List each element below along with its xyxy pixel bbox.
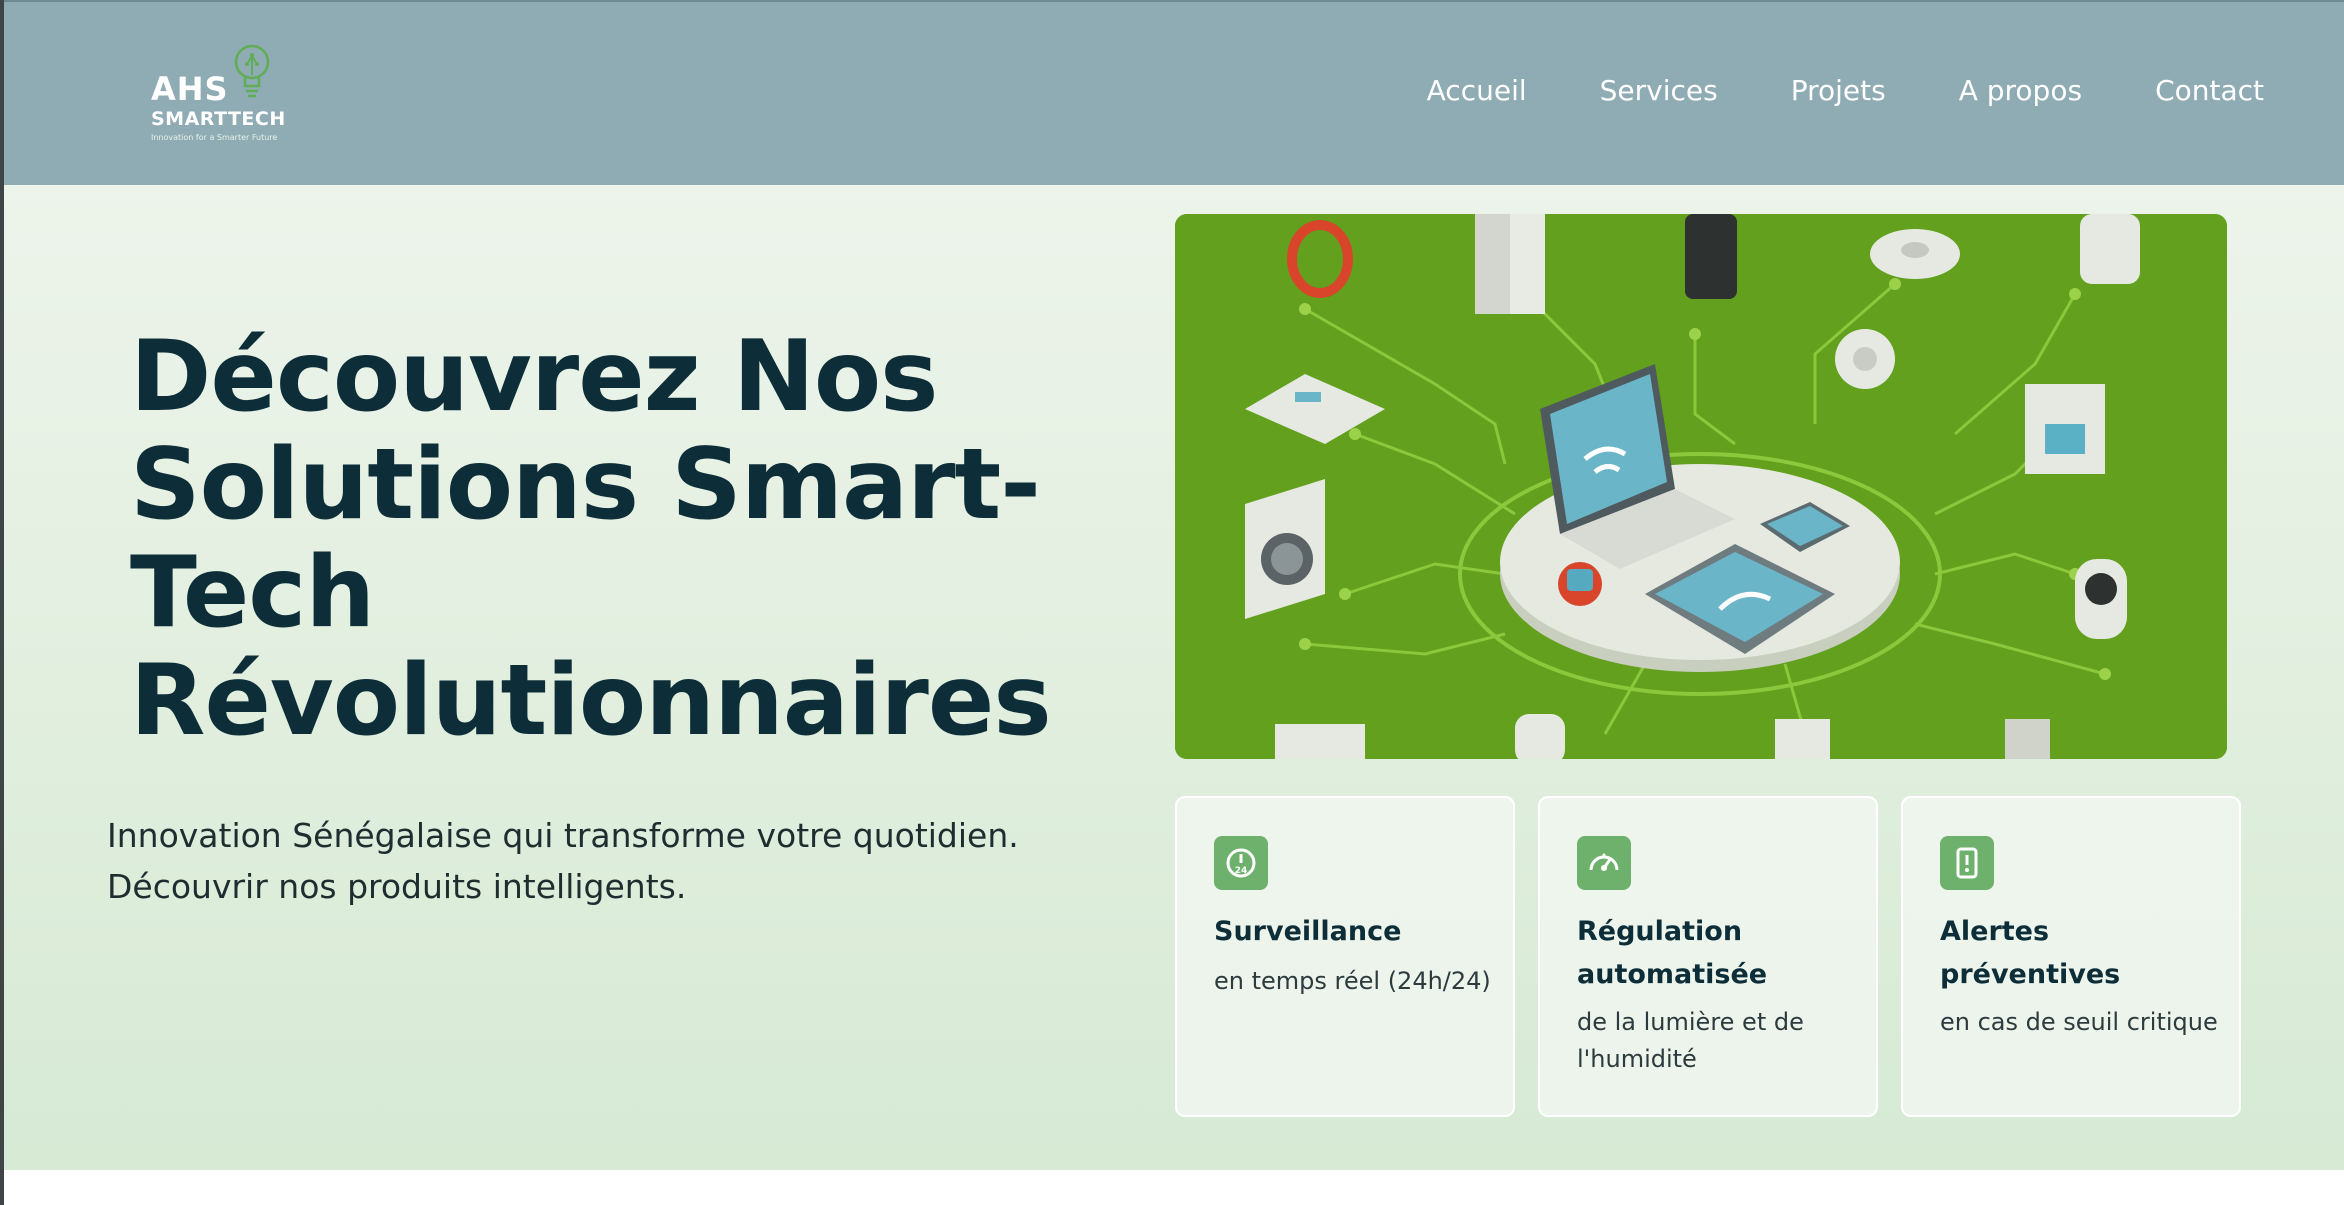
feature-title: Surveillance [1214, 916, 1402, 947]
gauge-icon [1577, 836, 1631, 890]
phone-alert-icon [1940, 836, 1994, 890]
feature-cards: 24 Surveillance en temps réel (24h/24) R… [1175, 796, 2245, 1117]
logo-short-text: AHS [151, 70, 229, 108]
logo-tagline: Innovation for a Smarter Future [151, 133, 278, 142]
hero-section: Découvrez Nos Solutions Smart-Tech Révol… [4, 185, 2344, 1170]
hero-title: Découvrez Nos Solutions Smart-Tech Révol… [130, 320, 1052, 758]
hero-subtitle-line-2: Découvrir nos produits intelligents. [107, 867, 687, 906]
feature-title: Alertes préventives [1940, 916, 2121, 990]
clock-24h-icon: 24 [1214, 836, 1268, 890]
nav-item-services[interactable]: Services [1600, 74, 1718, 107]
feature-description: en cas de seuil critique [1940, 1008, 2218, 1036]
brand-logo[interactable]: AHS SMARTTECH Innovation for a Smarter F… [147, 40, 285, 150]
main-navigation: Accueil Services Projets A propos Contac… [1427, 74, 2264, 107]
feature-title: Régulation automatisée [1577, 916, 1768, 990]
nav-item-projets[interactable]: Projets [1791, 74, 1886, 107]
feature-card-surveillance: 24 Surveillance en temps réel (24h/24) [1175, 796, 1515, 1117]
feature-card-alertes: Alertes préventives en cas de seuil crit… [1901, 796, 2241, 1117]
nav-item-a-propos[interactable]: A propos [1959, 74, 2082, 107]
feature-description: de la lumière et de l'humidité [1577, 1008, 1804, 1073]
feature-description: en temps réel (24h/24) [1214, 967, 1491, 995]
site-header: AHS SMARTTECH Innovation for a Smarter F… [4, 0, 2344, 185]
nav-item-contact[interactable]: Contact [2155, 74, 2264, 107]
feature-card-regulation: Régulation automatisée de la lumière et … [1538, 796, 1878, 1117]
logo-name-text: SMARTTECH [151, 108, 286, 130]
hero-subtitle: Innovation Sénégalaise qui transforme vo… [107, 810, 1167, 912]
hero-subtitle-line-1: Innovation Sénégalaise qui transforme vo… [107, 816, 1019, 855]
svg-text:24: 24 [1235, 866, 1248, 876]
lightbulb-icon [234, 44, 270, 98]
nav-item-accueil[interactable]: Accueil [1427, 74, 1527, 107]
illustration-graphic [1175, 214, 2227, 759]
smart-home-illustration [1175, 214, 2227, 759]
